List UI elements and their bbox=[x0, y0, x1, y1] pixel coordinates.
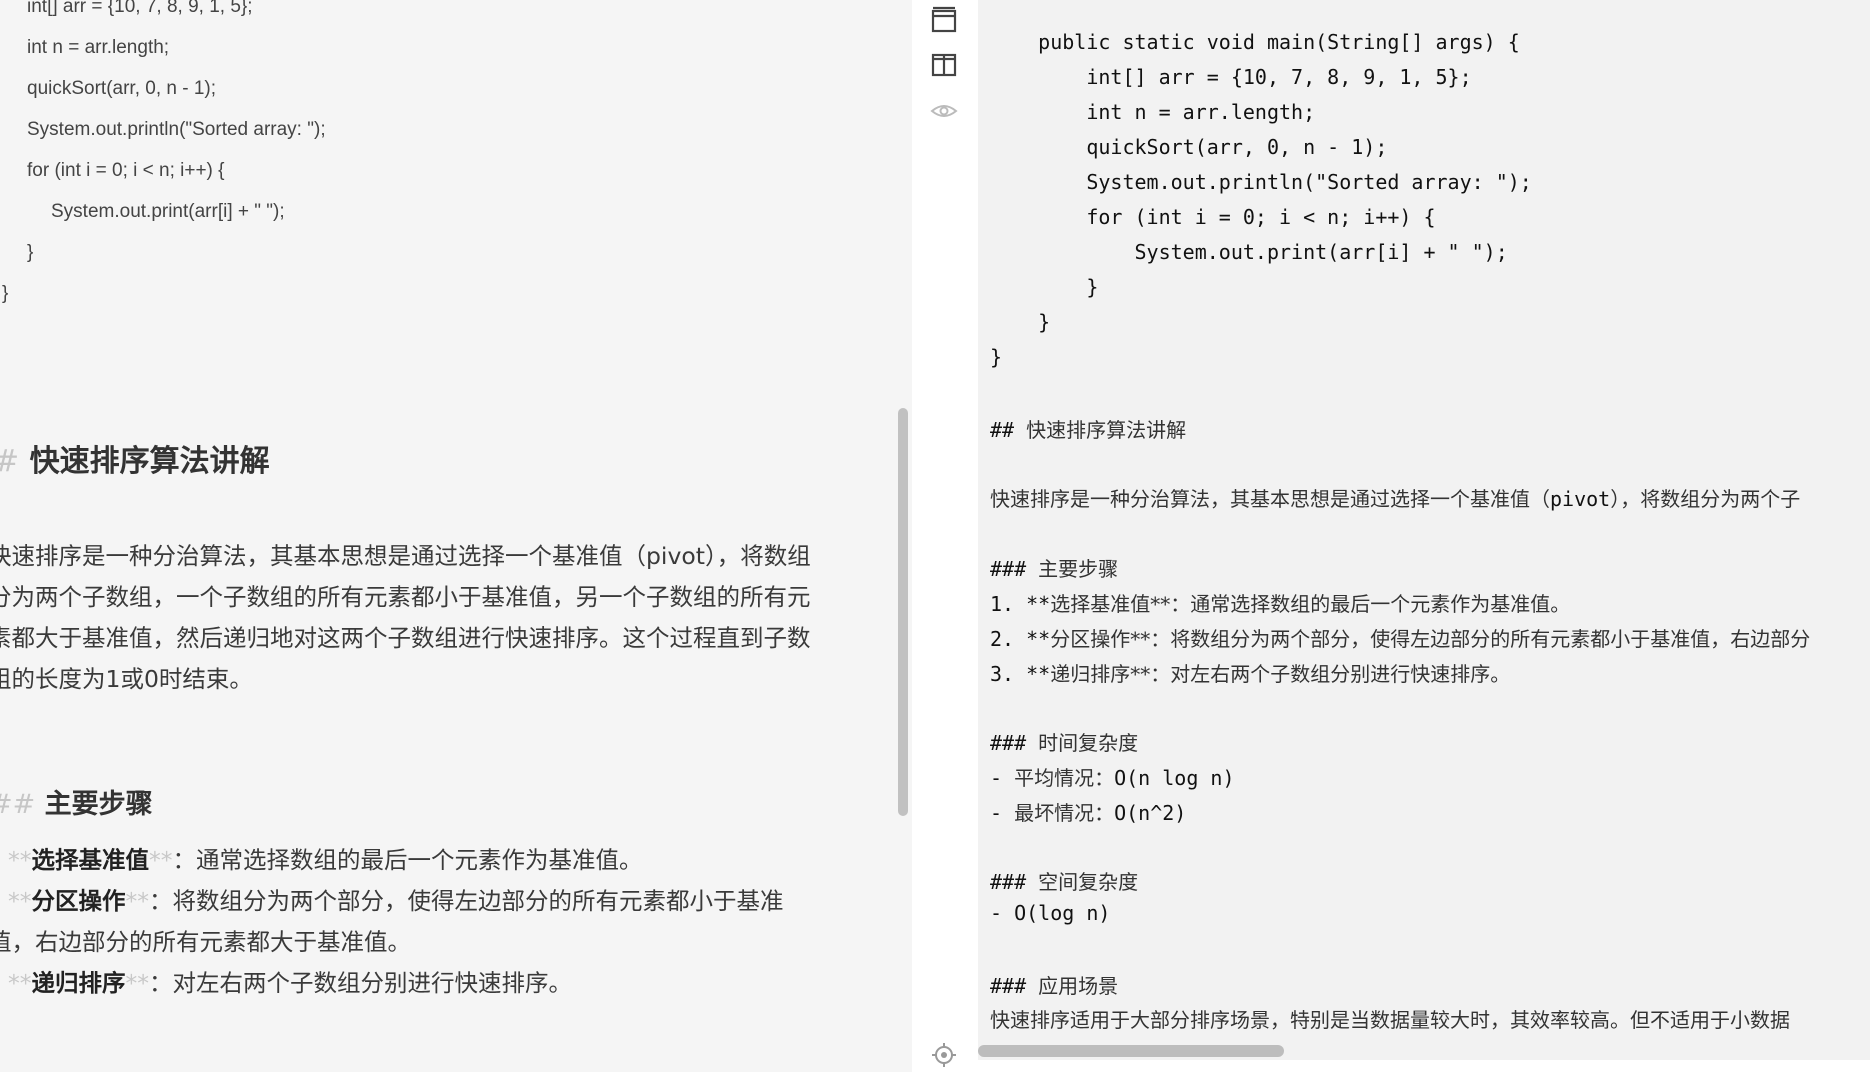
bold-marker: ** bbox=[125, 969, 150, 997]
paragraph-line: 素都大于基准值，然后递归地对这两个子数组进行快速排序。这个过程直到子数 bbox=[0, 624, 811, 652]
editor-code-line: int n = arr.length; bbox=[990, 100, 1316, 124]
list-label: 平均情况： bbox=[1014, 766, 1115, 790]
list-text: 选择基准值**：通常选择数组的最后一个元素作为基准值。 bbox=[1050, 592, 1571, 616]
editor-code-line: int[] arr = {10, 7, 8, 9, 1, 5}; bbox=[990, 65, 1472, 89]
preview-code-line: System.out.println("Sorted array: "); bbox=[27, 119, 326, 140]
list-prefix: 2. ** bbox=[990, 627, 1051, 651]
paragraph-text: 快速排序适用于大部分排序场景，特别是当数据量较大时，其效率较高。但不适用于小数据 bbox=[990, 1008, 1790, 1032]
heading-marker: ### bbox=[990, 974, 1039, 998]
preview-code-line: int n = arr.length; bbox=[27, 37, 170, 58]
preview-list-item: **分区操作**：将数组分为两个部分，使得左边部分的所有元素都小于基准 bbox=[8, 882, 784, 916]
editor-list-line: 3. **递归排序**：对左右两个子数组分别进行快速排序。 bbox=[990, 658, 1510, 687]
editor-code-line: System.out.print(arr[i] + " "); bbox=[990, 240, 1508, 264]
bold-marker: ** bbox=[149, 846, 173, 874]
heading-marker: ### bbox=[990, 557, 1039, 581]
editor-paragraph-line: 快速排序适用于大部分排序场景，特别是当数据量较大时，其效率较高。但不适用于小数据 bbox=[990, 1004, 1790, 1033]
heading-text: 快速排序算法讲解 bbox=[29, 444, 270, 479]
list-item-bold: 分区操作 bbox=[31, 887, 126, 915]
editor-list-line: 2. **分区操作**：将数组分为两个部分，使得左边部分的所有元素都小于基准值，… bbox=[990, 623, 1810, 652]
preview-code-line: quickSort(arr, 0, n - 1); bbox=[27, 78, 217, 99]
bold-marker: ** bbox=[8, 887, 32, 915]
editor-heading-line: ### 空间复杂度 bbox=[990, 866, 1138, 895]
preview-code-line: } bbox=[27, 242, 34, 263]
heading-marker: # bbox=[0, 444, 19, 479]
list-prefix: - bbox=[990, 766, 1015, 790]
list-prefix: 1. ** bbox=[990, 592, 1051, 616]
eye-icon[interactable] bbox=[928, 95, 960, 127]
preview-code-line: System.out.print(arr[i] + " "); bbox=[51, 201, 285, 222]
editor-code-line: } bbox=[990, 275, 1099, 299]
heading-text: 空间复杂度 bbox=[1038, 870, 1139, 894]
bold-marker: ** bbox=[8, 846, 32, 874]
list-item-text: ：通常选择数组的最后一个元素作为基准值。 bbox=[172, 846, 643, 874]
editor-code-line: } bbox=[990, 310, 1051, 334]
preview-paragraph: 快速排序是一种分治算法，其基本思想是通过选择一个基准值（pivot），将数组 分… bbox=[0, 536, 868, 700]
list-item-bold: 递归排序 bbox=[31, 969, 126, 997]
list-prefix: - bbox=[990, 901, 1015, 925]
paragraph-line: 组的长度为1或0时结束。 bbox=[0, 665, 253, 693]
editor-code-line: } bbox=[990, 345, 1003, 369]
paragraph-text: 快速排序是一种分治算法，其基本思想是通过选择一个基准值（ bbox=[990, 487, 1550, 511]
editor-code-line: for (int i = 0; i < n; i++) { bbox=[990, 205, 1436, 229]
editor-list-line: - 平均情况：O(n log n) bbox=[990, 762, 1235, 791]
list-value: O(n log n) bbox=[1114, 766, 1235, 790]
paragraph-text: ），将数组分为两个子 bbox=[1610, 487, 1801, 511]
editor-list-line: - O(log n) bbox=[990, 901, 1110, 925]
markdown-source-editor[interactable]: public static void main(String[] args) {… bbox=[978, 0, 1870, 1060]
list-label: 最坏情况： bbox=[1014, 801, 1115, 825]
editor-list-line: 1. **选择基准值**：通常选择数组的最后一个元素作为基准值。 bbox=[990, 588, 1570, 617]
editor-list-line: - 最坏情况：O(n^2) bbox=[990, 797, 1186, 826]
editor-paragraph-line: 快速排序是一种分治算法，其基本思想是通过选择一个基准值（pivot），将数组分为… bbox=[990, 483, 1800, 512]
heading-marker: ## bbox=[0, 789, 36, 820]
preview-code-line: for (int i = 0; i < n; i++) { bbox=[27, 160, 225, 181]
editor-heading-line: ### 应用场景 bbox=[990, 970, 1118, 999]
editor-code-line: System.out.println("Sorted array: "); bbox=[990, 170, 1532, 194]
preview-list-item-continuation: 值，右边部分的所有元素都大于基准值。 bbox=[0, 928, 411, 956]
list-item-text: ：将数组分为两个部分，使得左边部分的所有元素都小于基准 bbox=[149, 887, 784, 915]
paragraph-line: 分为两个子数组，一个子数组的所有元素都小于基准值，另一个子数组的所有元 bbox=[0, 583, 811, 611]
paragraph-line: 快速排序是一种分治算法，其基本思想是通过选择一个基准值（pivot），将数组 bbox=[0, 542, 811, 570]
heading-text: 快速排序算法讲解 bbox=[1026, 418, 1187, 442]
list-text: 递归排序**：对左右两个子数组分别进行快速排序。 bbox=[1050, 662, 1511, 686]
preview-code-line: } bbox=[2, 283, 9, 304]
split-view-icon[interactable] bbox=[928, 49, 960, 81]
preview-list-item: **递归排序**：对左右两个子数组分别进行快速排序。 bbox=[8, 964, 572, 998]
editor-code-line: quickSort(arr, 0, n - 1); bbox=[990, 135, 1388, 159]
list-prefix: - bbox=[990, 801, 1015, 825]
list-value: O(log n) bbox=[1014, 901, 1111, 925]
heading-text: 应用场景 bbox=[1038, 974, 1119, 998]
editor-heading-line: ## 快速排序算法讲解 bbox=[990, 414, 1186, 443]
heading-text: 主要步骤 bbox=[44, 789, 153, 820]
editor-horizontal-scrollbar-thumb[interactable] bbox=[978, 1045, 1284, 1057]
preview-heading-2: # 快速排序算法讲解 bbox=[0, 436, 270, 480]
window-icon[interactable] bbox=[928, 4, 960, 36]
editor-code-line: public static void main(String[] args) { bbox=[990, 30, 1520, 54]
heading-marker: ### bbox=[990, 870, 1039, 894]
bold-marker: ** bbox=[125, 887, 150, 915]
list-value: O(n^2) bbox=[1114, 801, 1187, 825]
preview-heading-3: ## 主要步骤 bbox=[0, 782, 153, 821]
preview-list-item: **选择基准值**：通常选择数组的最后一个元素作为基准值。 bbox=[8, 841, 643, 875]
editor-heading-line: ### 时间复杂度 bbox=[990, 727, 1138, 756]
heading-text: 时间复杂度 bbox=[1038, 731, 1139, 755]
preview-scrollbar-thumb[interactable] bbox=[898, 408, 908, 816]
editor-heading-line: ### 主要步骤 bbox=[990, 553, 1118, 582]
markdown-preview-pane: int[] arr = {10, 7, 8, 9, 1, 5}; int n =… bbox=[0, 0, 912, 1072]
locate-icon[interactable] bbox=[928, 1039, 960, 1071]
view-toolbar bbox=[912, 0, 978, 1072]
list-item-text: ：对左右两个子数组分别进行快速排序。 bbox=[149, 969, 572, 997]
list-text: 分区操作**：将数组分为两个部分，使得左边部分的所有元素都小于基准值，右边部分 bbox=[1050, 627, 1811, 651]
bold-marker: ** bbox=[8, 969, 32, 997]
heading-text: 主要步骤 bbox=[1038, 557, 1119, 581]
list-prefix: 3. ** bbox=[990, 662, 1051, 686]
heading-marker: ### bbox=[990, 731, 1039, 755]
preview-code-line: int[] arr = {10, 7, 8, 9, 1, 5}; bbox=[27, 0, 253, 17]
heading-marker: ## bbox=[990, 418, 1027, 442]
list-item-bold: 选择基准值 bbox=[31, 846, 150, 874]
inline-code: pivot bbox=[1550, 487, 1611, 511]
